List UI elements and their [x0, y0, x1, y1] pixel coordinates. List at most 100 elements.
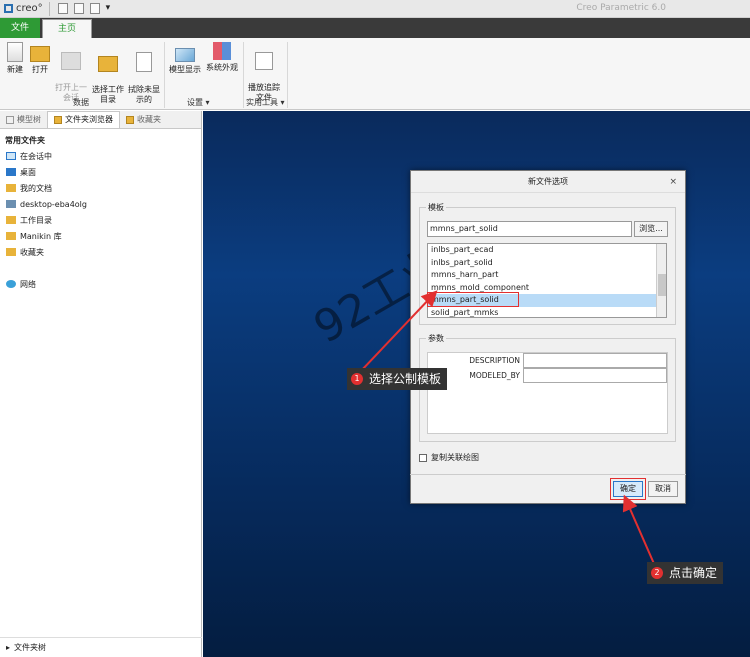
- folder-item-my-documents[interactable]: 我的文档: [0, 180, 201, 196]
- folder-item-in-session[interactable]: 在会话中: [0, 148, 201, 164]
- annotation-number: 1: [351, 373, 363, 385]
- copy-drawing-checkbox[interactable]: 复制关联绘图: [419, 452, 479, 463]
- new-label: 新建: [7, 65, 23, 74]
- annotation-select-template: 1 选择公制模板: [347, 368, 448, 390]
- annotation-number: 2: [651, 567, 663, 579]
- folder-item-label: 在会话中: [20, 151, 52, 161]
- network-icon: [6, 280, 16, 288]
- folder-item-label: 我的文档: [20, 183, 52, 193]
- favorites-icon: [126, 115, 134, 124]
- app-title: Creo Parametric 6.0: [576, 3, 666, 13]
- group-data: 数据: [73, 98, 89, 107]
- group-settings[interactable]: 设置 ▾: [187, 97, 210, 108]
- tab-folder-browser[interactable]: 文件夹浏览器: [47, 111, 120, 128]
- navigator-tabs: 模型树 文件夹浏览器 收藏夹: [0, 111, 201, 129]
- expand-arrow-icon: ▸: [6, 643, 11, 652]
- erase-not-displayed-button[interactable]: 拭除未显 示的: [126, 42, 162, 105]
- open-session-icon: [61, 52, 81, 70]
- title-bar: creo° ▾ Creo Parametric 6.0: [0, 0, 750, 18]
- folder-item-label: 工作目录: [20, 215, 52, 225]
- close-icon[interactable]: ×: [669, 171, 677, 193]
- scrollbar-thumb[interactable]: [658, 274, 666, 296]
- open-last-session-button[interactable]: 打开上一 会话: [54, 42, 88, 103]
- regenerate-icon[interactable]: [89, 3, 100, 14]
- tab-home[interactable]: 主页: [42, 19, 92, 38]
- parameters-group-label: 参数: [426, 333, 446, 344]
- erase-not-displayed-label: 拭除未显 示的: [128, 85, 160, 104]
- parameter-name: DESCRIPTION: [469, 356, 520, 365]
- select-working-dir-label: 选择工作 目录: [92, 85, 124, 104]
- tab-file[interactable]: 文件: [0, 18, 40, 38]
- template-list-item[interactable]: inlbs_part_solid: [428, 257, 666, 270]
- folder-item-label: 网络: [20, 279, 36, 289]
- cancel-button[interactable]: 取消: [648, 481, 678, 497]
- tab-favorites[interactable]: 收藏夹: [120, 111, 167, 128]
- computer-icon: [6, 200, 16, 208]
- tab-model-tree-label: 模型树: [17, 114, 41, 124]
- creo-logo: creo°: [4, 1, 50, 16]
- model-tree-icon: [6, 115, 14, 124]
- folder-tree-toggle[interactable]: ▸ 文件夹树: [0, 637, 202, 657]
- working-dir-icon: [98, 56, 118, 72]
- folder-icon: [6, 216, 16, 224]
- select-working-dir-button[interactable]: 选择工作 目录: [90, 42, 126, 105]
- folder-item-label: 收藏夹: [20, 247, 44, 257]
- parameter-value-field[interactable]: [523, 353, 667, 368]
- open-file-icon[interactable]: [73, 3, 84, 14]
- new-icon: [7, 42, 23, 62]
- creo-logo-text: creo°: [16, 3, 43, 14]
- folder-item-label: 桌面: [20, 167, 36, 177]
- folder-item-working-dir[interactable]: 工作目录: [0, 212, 201, 228]
- template-input[interactable]: mmns_part_solid: [427, 221, 632, 237]
- tab-favorites-label: 收藏夹: [137, 114, 161, 124]
- annotation-click-ok: 2 点击确定: [647, 562, 724, 584]
- ribbon: 新建 打开 打开上一 会话 选择工作 目录 拭除未显 示的 模型显示 系统外观 …: [0, 38, 750, 110]
- system-appearance-label: 系统外观: [206, 63, 238, 72]
- new-file-icon[interactable]: [57, 3, 68, 14]
- group-utilities[interactable]: 实用工具 ▾: [246, 97, 285, 108]
- parameter-value-field[interactable]: [523, 368, 667, 383]
- erase-icon: [136, 52, 152, 72]
- monitor-icon: [6, 152, 16, 160]
- annotation-text: 点击确定: [669, 566, 718, 580]
- open-button[interactable]: 打开: [25, 42, 55, 75]
- dialog-title: 新文件选项: [528, 177, 568, 186]
- template-list-item[interactable]: solid_part_mmks: [428, 307, 666, 318]
- browse-button[interactable]: 浏览...: [634, 221, 668, 237]
- ribbon-separator: [243, 42, 244, 108]
- favorites-folder-icon: [6, 248, 16, 256]
- folder-icon: [6, 232, 16, 240]
- dialog-title-bar: 新文件选项 ×: [411, 171, 685, 193]
- creo-logo-icon: [4, 4, 13, 13]
- ribbon-tab-bar: 文件 主页: [0, 18, 750, 38]
- dropdown-icon[interactable]: ▾: [106, 3, 112, 14]
- system-appearance-button[interactable]: 系统外观: [204, 42, 240, 73]
- template-list-scrollbar[interactable]: [656, 244, 666, 317]
- model-display-button[interactable]: 模型显示: [167, 42, 203, 75]
- desktop-icon: [6, 168, 16, 176]
- annotation-text: 选择公制模板: [369, 372, 442, 386]
- folder-item-computer[interactable]: desktop-eba4olg: [0, 196, 201, 212]
- folder-item-label: Manikin 库: [20, 231, 62, 241]
- folder-item-network[interactable]: 网络: [0, 276, 201, 292]
- template-list-item[interactable]: inlbs_part_ecad: [428, 244, 666, 257]
- tab-folder-browser-label: 文件夹浏览器: [65, 115, 113, 124]
- folder-open-icon: [30, 46, 50, 62]
- checkbox-icon[interactable]: [419, 453, 427, 462]
- dialog-footer-divider: [410, 474, 686, 475]
- copy-drawing-label: 复制关联绘图: [431, 453, 479, 462]
- folder-item-favorites[interactable]: 收藏夹: [0, 244, 201, 260]
- parameter-row: DESCRIPTION: [428, 353, 667, 368]
- folder-item-desktop[interactable]: 桌面: [0, 164, 201, 180]
- navigator-pane: 模型树 文件夹浏览器 收藏夹 常用文件夹 在会话中 桌面 我的文档 deskto…: [0, 111, 202, 657]
- folder-item-manikin-library[interactable]: Manikin 库: [0, 228, 201, 244]
- ribbon-separator: [287, 42, 288, 108]
- quick-access-toolbar: ▾: [57, 3, 112, 14]
- template-list-item[interactable]: mmns_harn_part: [428, 269, 666, 282]
- parameter-row: MODELED_BY: [428, 368, 667, 383]
- common-folders-title: 常用文件夹: [5, 136, 45, 145]
- ribbon-separator: [164, 42, 165, 108]
- play-trail-file-button[interactable]: 播放追踪 文件: [246, 42, 282, 103]
- trail-file-icon: [255, 52, 273, 70]
- tab-model-tree[interactable]: 模型树: [0, 111, 47, 128]
